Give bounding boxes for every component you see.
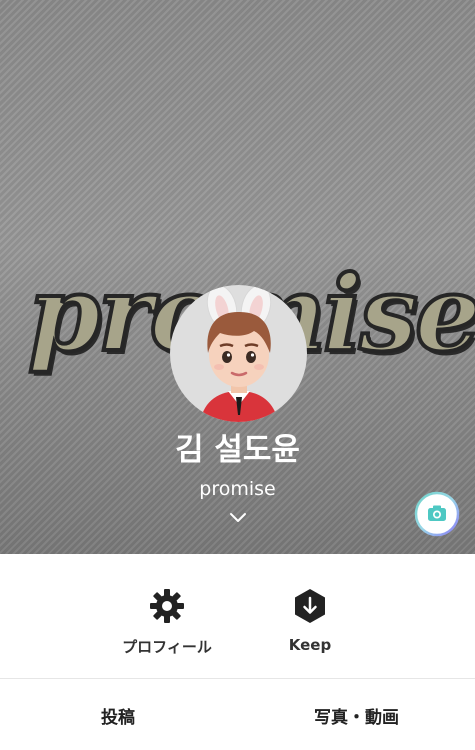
tab-photos-videos[interactable]: 写真・動画 [314, 703, 399, 728]
profile-name[interactable]: 김 설도윤 [0, 430, 475, 470]
keep-label: Keep [288, 636, 332, 654]
avatar-illustration [200, 285, 278, 422]
tab-posts[interactable]: 投稿 [101, 703, 135, 728]
keep-icon [295, 589, 325, 623]
status-message[interactable]: promise [0, 477, 475, 501]
chevron-down-icon[interactable] [228, 508, 248, 528]
gear-icon [150, 589, 184, 623]
cover-image[interactable]: promise [0, 0, 475, 554]
profile-actions: プロフィール Keep [0, 554, 475, 678]
content-tabs: 投稿 写真・動画 [0, 679, 475, 750]
profile-settings-button[interactable]: プロフィール [107, 586, 227, 657]
camera-icon [414, 491, 460, 537]
avatar[interactable] [170, 285, 307, 422]
change-cover-camera-button[interactable] [414, 491, 460, 537]
profile-settings-label: プロフィール [122, 638, 212, 656]
keep-button[interactable]: Keep [250, 586, 370, 654]
